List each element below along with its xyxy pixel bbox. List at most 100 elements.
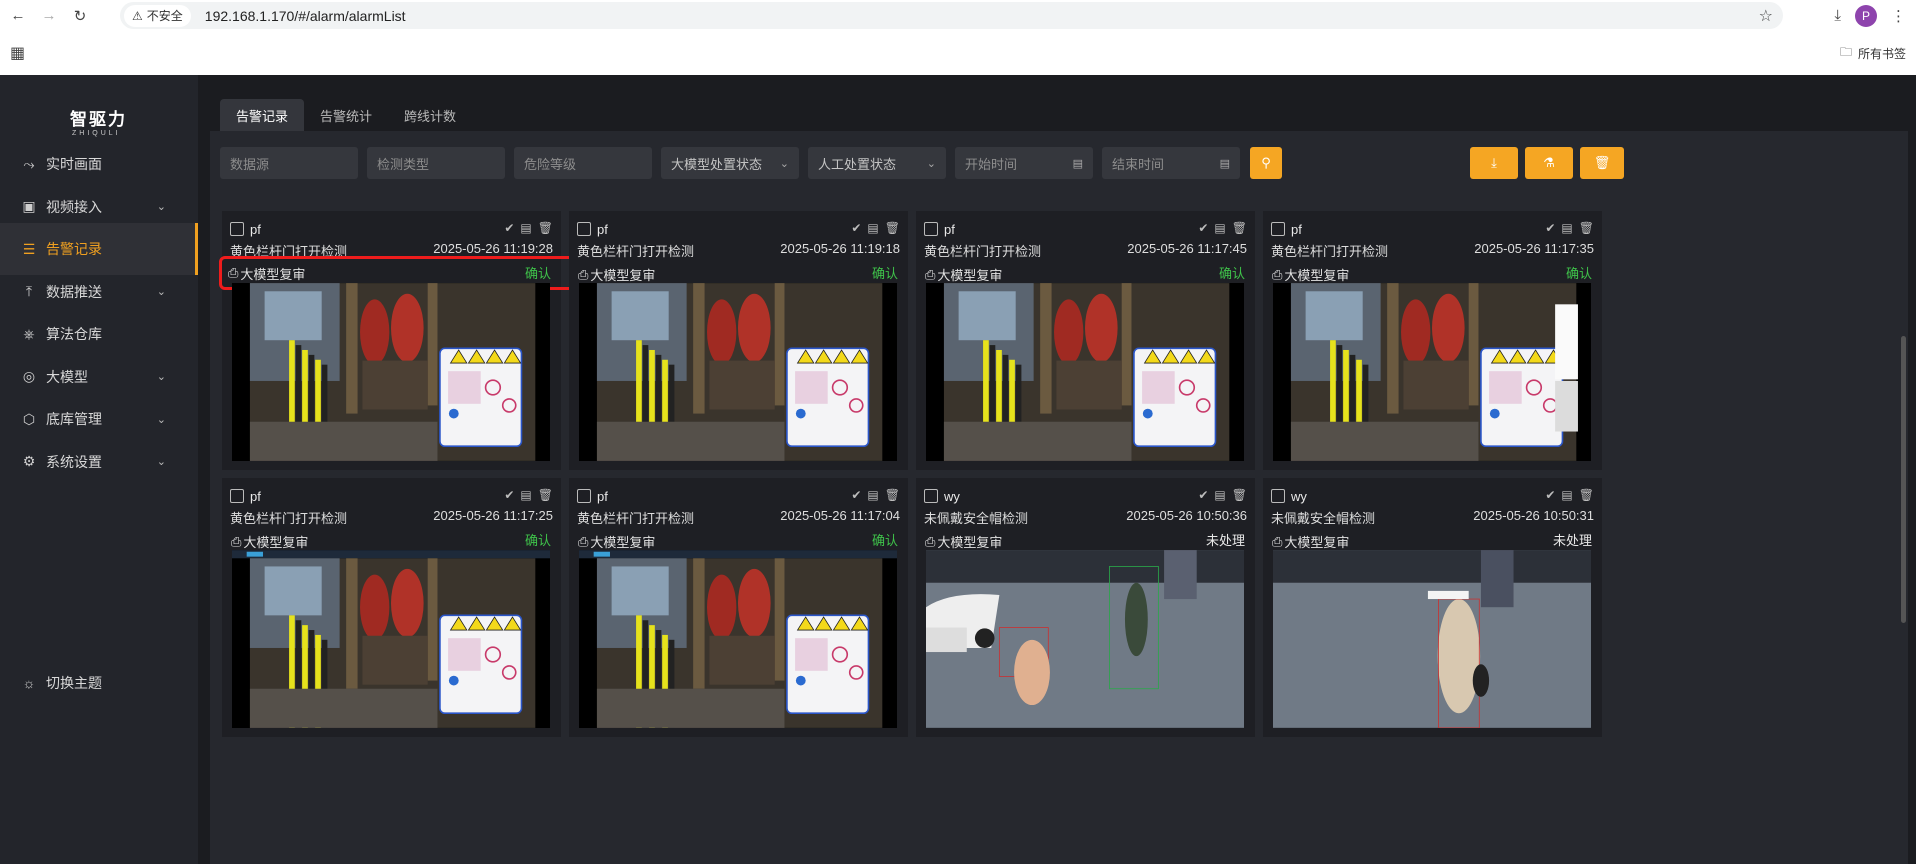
confirm-icon[interactable]: ✔ [851, 488, 861, 502]
alarm-card[interactable]: wy ✔ ▤ 🗑 未佩戴安全帽检测 2025-05-26 10:50:36 ⎙ 大模型复审 未处… [916, 478, 1255, 737]
select-checkbox[interactable] [1271, 489, 1285, 503]
download-icon[interactable]: ⤓ [1834, 7, 1841, 24]
start-time-input[interactable]: 开始时间 ▤ [955, 147, 1093, 179]
chevron-down-icon: ⌄ [156, 371, 166, 383]
snapshot-frame[interactable] [926, 550, 1244, 728]
tab-2[interactable]: 跨线计数 [388, 99, 472, 131]
document-icon: ☰ [22, 240, 36, 257]
confirm-icon[interactable]: ✔ [504, 488, 514, 502]
llm-status-select[interactable]: 大模型处置状态 ⌄ [661, 147, 799, 179]
profile-avatar[interactable]: P [1855, 4, 1877, 27]
search-button[interactable]: ⚲ [1250, 147, 1282, 179]
snapshot-frame[interactable] [579, 283, 897, 461]
data-source-placeholder: 数据源 [230, 156, 270, 172]
detect-type-input[interactable]: 检测类型 [367, 147, 505, 179]
alarm-card[interactable]: pf ✔ ▤ 🗑 黄色栏杆门打开检测 2025-05-26 11:19:18 ⎙ 大模型复审 确… [569, 211, 908, 470]
back-icon[interactable]: ← [5, 3, 31, 29]
detail-icon[interactable]: ▤ [520, 488, 531, 502]
reload-icon[interactable]: ↻ [67, 3, 93, 29]
forward-icon[interactable]: → [36, 3, 62, 29]
logo-text: 智驱力 [70, 110, 127, 129]
detail-icon[interactable]: ▤ [867, 488, 878, 502]
chart-line-icon: ⤳ [23, 155, 35, 172]
alarm-card[interactable]: pf ✔ ▤ 🗑 黄色栏杆门打开检测 2025-05-26 11:17:25 ⎙ 大模型复审 确… [222, 478, 561, 737]
snapshot-frame[interactable] [579, 550, 897, 728]
end-time-input[interactable]: 结束时间 ▤ [1102, 147, 1240, 179]
bookmark-star-icon[interactable]: ☆ [1759, 6, 1773, 26]
snapshot-frame[interactable] [926, 283, 1244, 461]
url-text[interactable]: 192.168.1.170/#/alarm/alarmList [205, 8, 406, 24]
confirm-icon[interactable]: ✔ [504, 221, 514, 235]
alarm-card[interactable]: pf ✔ ▤ 🗑 黄色栏杆门打开检测 2025-05-26 11:17:04 ⎙ 大模型复审 确… [569, 478, 908, 737]
delete-icon[interactable]: 🗑 [1232, 221, 1247, 235]
select-checkbox[interactable] [1271, 222, 1285, 236]
delete-icon[interactable]: 🗑 [885, 488, 900, 502]
detail-icon[interactable]: ▤ [520, 221, 531, 235]
sidebar-item-label: 算法仓库 [46, 326, 102, 342]
confirm-icon[interactable]: ✔ [1198, 488, 1208, 502]
detail-icon[interactable]: ▤ [1561, 221, 1572, 235]
batch-delete-button[interactable]: 🗑 [1580, 147, 1624, 179]
confirm-icon[interactable]: ✔ [1545, 221, 1555, 235]
select-checkbox[interactable] [924, 489, 938, 503]
alarm-card[interactable]: wy ✔ ▤ 🗑 未佩戴安全帽检测 2025-05-26 10:50:31 ⎙ 大模型复审 未处… [1263, 478, 1602, 737]
tab-0[interactable]: 告警记录 [220, 99, 305, 131]
all-bookmarks-label: 所有书签 [1857, 46, 1906, 61]
snapshot-frame[interactable] [232, 283, 550, 461]
detail-icon[interactable]: ▤ [867, 221, 878, 235]
manual-status-select[interactable]: 人工处置状态 ⌄ [808, 147, 946, 179]
risk-level-input[interactable]: 危险等级 [514, 147, 652, 179]
delete-icon[interactable]: 🗑 [1579, 488, 1594, 502]
alarm-card[interactable]: pf ✔ ▤ 🗑 黄色栏杆门打开检测 2025-05-26 11:17:35 ⎙ 大模型复审 确… [1263, 211, 1602, 470]
confirm-icon[interactable]: ✔ [1198, 221, 1208, 235]
llm-status-placeholder: 大模型处置状态 [671, 156, 763, 172]
sidebar-item-label: 系统设置 [46, 453, 102, 470]
theme-toggle[interactable]: ☼ 切换主题 [0, 657, 198, 709]
sun-icon: ☼ [22, 675, 36, 691]
select-checkbox[interactable] [230, 222, 244, 236]
snapshot-frame[interactable] [1273, 283, 1591, 461]
app-logo: 智驱力 ZHIQULI [70, 105, 127, 137]
alarm-card[interactable]: pf ✔ ▤ 🗑 黄色栏杆门打开检测 2025-05-26 11:19:28 ⎙ 大模型复审确… [219, 211, 639, 470]
select-checkbox[interactable] [924, 222, 938, 236]
delete-icon[interactable]: 🗑 [1232, 488, 1247, 502]
detail-icon[interactable]: ▤ [1561, 488, 1572, 502]
menu-kebab-icon[interactable]: ⋮ [1891, 7, 1906, 25]
select-checkbox[interactable] [577, 489, 591, 503]
review-doc-icon: ⎙ [1272, 266, 1283, 282]
folder-icon: 🗀 [1839, 44, 1852, 59]
llm-review-label: 大模型复审 [590, 268, 656, 283]
source-name: wy [1291, 488, 1307, 504]
confirm-icon[interactable]: ✔ [851, 221, 861, 235]
card-header: pf ✔ ▤ 🗑 [1271, 219, 1594, 239]
export-button[interactable]: ⤓ [1470, 147, 1518, 179]
card-actions: ✔ ▤ 🗑 [1198, 488, 1247, 502]
delete-icon[interactable]: 🗑 [885, 221, 900, 235]
sidebar-item-7[interactable]: ⚙ 系统设置 ⌄ [0, 436, 198, 488]
select-checkbox[interactable] [230, 489, 244, 503]
detail-icon[interactable]: ▤ [1214, 221, 1225, 235]
security-chip[interactable]: ⚠ 不安全 [124, 4, 191, 27]
address-bar[interactable]: ⚠ 不安全 192.168.1.170/#/alarm/alarmList ☆ [120, 2, 1783, 29]
delete-icon[interactable]: 🗑 [538, 221, 553, 235]
tab-1[interactable]: 告警统计 [304, 99, 388, 131]
apps-grid-icon[interactable]: ▦ [10, 43, 25, 63]
confirm-icon[interactable]: ✔ [1545, 488, 1555, 502]
batch-confirm-button[interactable]: ⚗ [1525, 147, 1573, 179]
snapshot-frame[interactable] [232, 550, 550, 728]
status-badge: 确认 [871, 266, 898, 281]
all-bookmarks[interactable]: 🗀 所有书签 [1840, 43, 1906, 64]
card-actions: ✔ ▤ 🗑 [851, 221, 900, 235]
card-actions: ✔ ▤ 🗑 [504, 488, 553, 502]
card-header: wy ✔ ▤ 🗑 [1271, 486, 1594, 506]
detail-icon[interactable]: ▤ [1214, 488, 1225, 502]
data-source-input[interactable]: 数据源 [220, 147, 358, 179]
cube-icon: ⎈ [23, 325, 35, 342]
alarm-card[interactable]: pf ✔ ▤ 🗑 黄色栏杆门打开检测 2025-05-26 11:17:45 ⎙ 大模型复审 确… [916, 211, 1255, 470]
alarm-time: 2025-05-26 11:17:25 [433, 508, 553, 523]
select-checkbox[interactable] [577, 222, 591, 236]
scrollbar[interactable] [1901, 336, 1906, 623]
snapshot-frame[interactable] [1273, 550, 1591, 728]
delete-icon[interactable]: 🗑 [538, 488, 553, 502]
delete-icon[interactable]: 🗑 [1579, 221, 1594, 235]
